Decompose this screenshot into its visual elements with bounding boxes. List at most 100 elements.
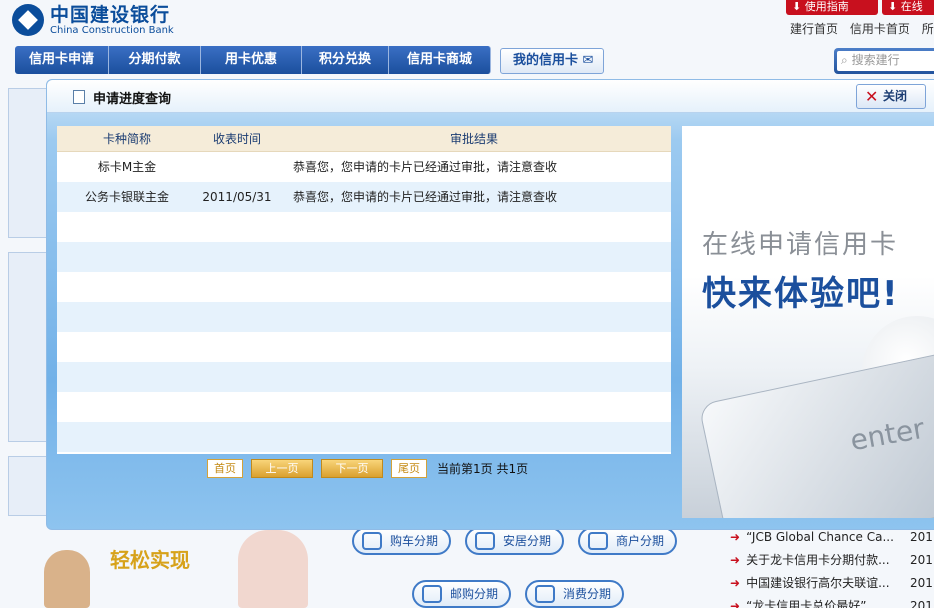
column-header-card: 卡种简称 (102, 132, 151, 146)
news-item[interactable]: ➜“龙卡信用卡总价最好”2011 (730, 595, 934, 608)
cell-result (277, 302, 671, 332)
cell-card-type (57, 302, 197, 332)
table-body: 标卡M主金 恭喜您，您申请的卡片已经通过审批，请注意查收公务卡银联主金 2011/0… (57, 152, 671, 452)
top-links: 建行首页 信用卡首页 所 (790, 20, 934, 37)
last-page-button[interactable]: 尾页 (391, 458, 427, 478)
first-page-button[interactable]: 首页 (207, 458, 243, 478)
cell-result (277, 392, 671, 422)
prev-page-button[interactable]: 上一页 (251, 458, 313, 478)
table-row: 公务卡银联主金 2011/05/31 恭喜您，您申请的卡片已经通过审批，请注意查收 (57, 182, 671, 212)
shop-icon (588, 532, 608, 550)
ccb-logo[interactable]: 中国建设银行 China Construction Bank (12, 4, 174, 36)
link-more[interactable]: 所 (922, 22, 934, 36)
guide-button[interactable]: ⬇ 使用指南 (786, 0, 878, 15)
side-panel-card (8, 252, 48, 442)
cell-date (197, 242, 277, 272)
cell-card-type (57, 332, 197, 362)
news-item[interactable]: ➜中国建设银行高尔夫联谊...2011 (730, 572, 934, 595)
pill-merchant-installment[interactable]: 商户分期 (578, 527, 677, 555)
nav-card-mall[interactable]: 信用卡商城 (389, 46, 491, 74)
arrow-right-icon: ➜ (730, 553, 741, 567)
pill-consumer-installment[interactable]: 消费分期 (525, 580, 624, 608)
next-page-button[interactable]: 下一页 (321, 458, 383, 478)
arrow-down-icon: ⬇ (888, 0, 898, 13)
dialog-header: 申请进度查询 ✕ 关闭 (47, 80, 934, 113)
cell-result (277, 332, 671, 362)
dialog-title: 申请进度查询 (93, 92, 172, 107)
news-item[interactable]: ➜关于龙卡信用卡分期付款...2011 (730, 549, 934, 572)
nav-card-apply[interactable]: 信用卡申请 (15, 46, 109, 74)
cell-card-type: 公务卡银联主金 (84, 190, 169, 204)
column-header-date: 收表时间 (212, 132, 261, 146)
cell-date: 2011/05/31 (202, 190, 272, 204)
people-icon (535, 585, 555, 603)
cell-date (197, 212, 277, 242)
search-icon: ⌕ (841, 53, 848, 67)
cell-card-type (57, 392, 197, 422)
side-panel-welcome (8, 88, 48, 238)
table-row (57, 272, 671, 302)
nav-card-offers[interactable]: 用卡优惠 (201, 46, 302, 74)
table-row (57, 242, 671, 272)
pill-car-installment[interactable]: 购车分期 (352, 527, 451, 555)
cell-result (277, 242, 671, 272)
search-box[interactable]: ⌕ 搜索建行 (834, 48, 934, 74)
cell-result (277, 362, 671, 392)
arrow-down-icon: ⬇ (792, 0, 802, 13)
news-list: ➜“JCB Global Chance Ca...2011 ➜关于龙卡信用卡分期… (730, 526, 934, 608)
table-header: 卡种简称 收表时间 审批结果 (57, 126, 671, 152)
cell-card-type (57, 212, 197, 242)
cell-result (277, 212, 671, 242)
table-row (57, 302, 671, 332)
column-header-result: 审批结果 (449, 132, 498, 146)
cell-result (277, 422, 671, 452)
table-row: 标卡M主金 恭喜您，您申请的卡片已经通过审批，请注意查收 (57, 152, 671, 182)
cell-date (197, 302, 277, 332)
nav-points[interactable]: 积分兑换 (302, 46, 389, 74)
apply-online-banner[interactable]: enter 在线申请信用卡 快来体验吧! (682, 126, 934, 518)
link-ccb-home[interactable]: 建行首页 (790, 22, 838, 36)
cell-card-type: 标卡M主金 (97, 160, 157, 174)
banner-slogan: 快来体验吧! (702, 274, 900, 314)
search-input[interactable]: ⌕ 搜索建行 (837, 51, 934, 71)
table-row (57, 422, 671, 452)
arrow-right-icon: ➜ (730, 599, 741, 608)
pagination: 首页 上一页 下一页 尾页 当前第1页 共1页 (207, 458, 528, 478)
cell-date (197, 272, 277, 302)
main-nav: 信用卡申请 分期付款 用卡优惠 积分兑换 信用卡商城 (15, 46, 491, 76)
online-button[interactable]: ⬇ 在线 (882, 0, 934, 15)
car-icon (362, 532, 382, 550)
side-panel-installment (8, 456, 48, 516)
cell-card-type (57, 422, 197, 452)
application-progress-dialog: 申请进度查询 ✕ 关闭 卡种简称 收表时间 审批结果 标卡M主金 恭喜您，您申请的… (46, 79, 934, 530)
table-row (57, 212, 671, 242)
my-card-button[interactable]: 我的信用卡 ✉ (500, 48, 604, 74)
envelope-icon: ✉ (582, 53, 594, 68)
pill-mail-installment[interactable]: 邮购分期 (412, 580, 511, 608)
promo-slogan: 轻松实现 (110, 548, 190, 572)
pill-home-installment[interactable]: 安居分期 (465, 527, 564, 555)
cell-date (197, 152, 277, 182)
ccb-logo-icon (12, 4, 44, 36)
close-button[interactable]: ✕ 关闭 (856, 84, 926, 109)
cell-date (197, 392, 277, 422)
table-row (57, 392, 671, 422)
table-row (57, 362, 671, 392)
cell-card-type (57, 362, 197, 392)
link-card-home[interactable]: 信用卡首页 (850, 22, 910, 36)
cell-card-type (57, 242, 197, 272)
page-info: 当前第1页 共1页 (437, 461, 529, 476)
cell-result (277, 272, 671, 302)
cell-date (197, 332, 277, 362)
arrow-right-icon: ➜ (730, 576, 741, 590)
table-row (57, 332, 671, 362)
cell-result: 恭喜您，您申请的卡片已经通过审批，请注意查收 (293, 160, 558, 174)
logo-english-name: China Construction Bank (50, 24, 174, 36)
document-icon (70, 88, 85, 104)
mail-icon (422, 585, 442, 603)
nav-installment[interactable]: 分期付款 (109, 46, 201, 74)
promo-person-image (44, 550, 90, 608)
cell-card-type (57, 272, 197, 302)
promo-person-image (238, 530, 308, 608)
banner-headline: 在线申请信用卡 (702, 230, 899, 260)
